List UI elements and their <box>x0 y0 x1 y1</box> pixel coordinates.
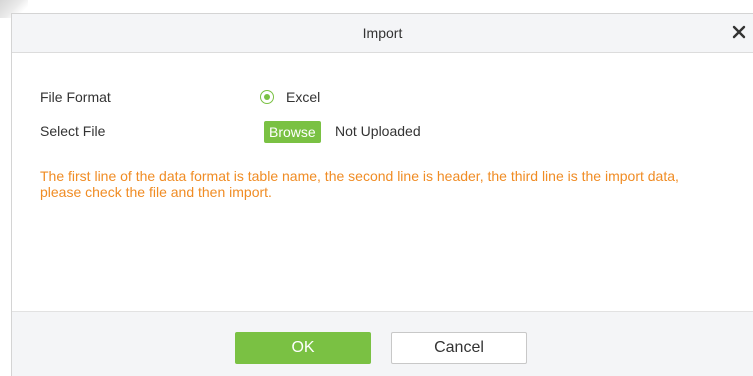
ok-button[interactable]: OK <box>235 332 371 364</box>
upload-status: Not Uploaded <box>335 123 421 139</box>
select-file-label: Select File <box>40 123 106 139</box>
excel-option-label[interactable]: Excel <box>286 89 320 105</box>
excel-radio[interactable] <box>260 90 274 104</box>
dialog-footer: OK Cancel <box>12 311 753 376</box>
cancel-button[interactable]: Cancel <box>391 332 527 364</box>
page: Import File Format Excel Select File Bro… <box>0 0 753 376</box>
import-notice: The first line of the data format is tab… <box>40 168 679 200</box>
radio-selected-dot <box>264 94 270 100</box>
import-dialog: Import File Format Excel Select File Bro… <box>11 13 753 376</box>
browse-button[interactable]: Browse <box>264 121 321 143</box>
file-format-label: File Format <box>40 89 111 105</box>
close-icon-glyph <box>732 25 746 39</box>
dialog-header: Import <box>12 14 753 53</box>
close-icon[interactable] <box>729 22 749 42</box>
dialog-title: Import <box>362 25 403 41</box>
